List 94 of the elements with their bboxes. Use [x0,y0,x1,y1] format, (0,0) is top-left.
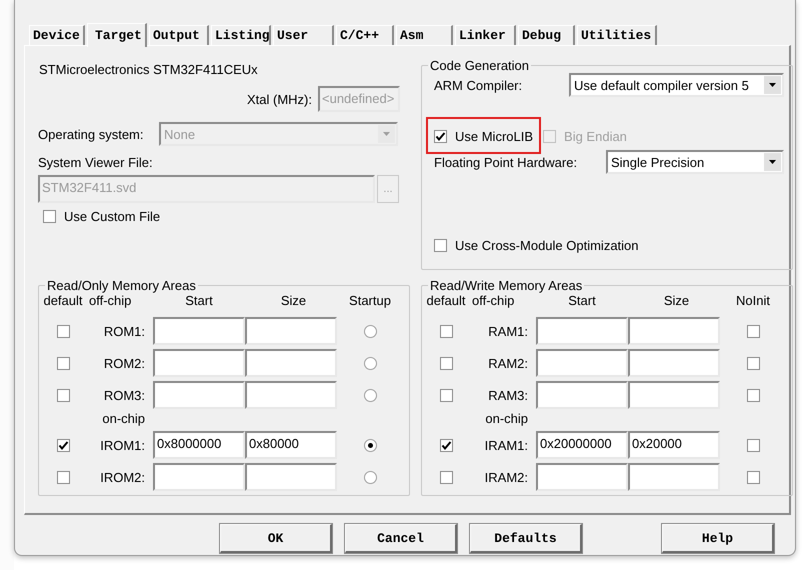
group-title: Read/Write Memory Areas [429,278,584,293]
start-field[interactable]: 0x20000000 [536,431,628,459]
size-field[interactable] [245,381,337,409]
memory-area-label: RAM3: [487,388,529,402]
group-title: Read/Only Memory Areas [46,278,197,293]
size-field[interactable] [628,317,720,345]
column-header: Start [567,293,597,310]
column-header: Startup [348,293,392,310]
start-field[interactable] [153,317,245,345]
checkbox-label: Use Custom File [64,209,160,224]
device-name: STMicroelectronics STM32F411CEUx [39,62,259,77]
size-field[interactable]: 0x80000 [245,431,337,459]
column-header: off-chip [472,293,516,310]
checkbox[interactable] [746,470,760,484]
tab[interactable]: User [273,25,334,45]
size-field[interactable] [628,349,720,377]
start-field[interactable] [153,349,245,377]
arm-compiler-label: ARM Compiler: [434,78,522,92]
group-title: Code Generation [429,58,530,73]
dialog-button[interactable]: OK [220,524,332,553]
column-header: default [42,293,84,310]
memory-area-label: IROM1: [99,438,146,452]
checkbox[interactable] [43,210,56,223]
start-field[interactable] [153,463,245,491]
floating-point-dropdown[interactable]: Single Precision [606,150,784,174]
checkbox[interactable] [56,388,70,402]
dialog-button[interactable]: Defaults [470,524,582,553]
checkbox[interactable] [56,470,70,484]
checkbox[interactable] [56,356,70,370]
size-field[interactable] [628,381,720,409]
size-field[interactable] [245,317,337,345]
checkbox[interactable] [434,239,447,252]
memory-area-label: ROM1: [102,324,146,338]
column-header: Start [184,293,214,310]
tab[interactable]: Linker [455,25,516,45]
memory-area-label: IROM2: [99,470,146,484]
checkbox[interactable] [746,324,760,338]
checkbox-label: Use Cross-Module Optimization [455,238,639,253]
xtal-label: Xtal (MHz): [247,92,312,106]
checkbox[interactable] [440,388,452,402]
tab[interactable]: Output [149,25,209,45]
checkbox-label: Use MicroLIB [455,129,534,144]
column-header: Size [280,293,308,310]
on-chip-label: on-chip [484,411,529,426]
checkbox[interactable] [746,356,760,370]
radio-button[interactable] [364,388,376,402]
checkbox[interactable] [440,438,452,452]
checkbox[interactable] [440,470,452,484]
checkbox[interactable] [56,324,70,338]
arm-compiler-dropdown[interactable]: Use default compiler version 5 [569,73,784,97]
memory-area-label: RAM2: [487,356,529,370]
radio-button[interactable] [364,324,376,338]
start-field[interactable]: 0x8000000 [153,431,245,459]
checkbox-label: Big Endian [564,129,627,144]
start-field[interactable] [536,463,628,491]
checkbox[interactable] [440,324,452,338]
radio-button[interactable] [364,470,376,484]
memory-area-label: IRAM1: [484,438,529,452]
tab[interactable]: Listing [211,25,271,45]
floating-point-label: Floating Point Hardware: [434,154,578,170]
checkbox[interactable] [746,438,760,452]
start-field[interactable] [536,381,628,409]
size-field[interactable]: 0x20000 [628,431,720,459]
memory-area-label: RAM1: [487,324,529,338]
size-field[interactable] [245,349,337,377]
start-field[interactable] [153,381,245,409]
checkbox[interactable] [434,130,447,143]
radio-button[interactable] [364,356,376,370]
column-header: Size [662,293,690,310]
dialog-button[interactable]: Cancel [345,524,457,553]
operating-system-label: Operating system: [38,126,144,142]
tab[interactable]: Device [29,25,85,45]
start-field[interactable] [536,317,628,345]
memory-area-label: ROM3: [102,388,146,402]
start-field[interactable] [536,349,628,377]
tab[interactable]: Utilities [577,25,657,45]
size-field[interactable] [245,463,337,491]
tab[interactable]: C/C++ [336,25,394,45]
tab[interactable]: Target [87,23,147,47]
size-field[interactable] [628,463,720,491]
tab[interactable]: Debug [518,25,575,45]
column-header: NoInit [735,293,771,310]
help-button[interactable]: Help [662,524,774,553]
memory-area-label: ROM2: [102,356,146,370]
checkbox[interactable] [440,356,452,370]
system-viewer-label: System Viewer File: [38,155,154,170]
memory-area-label: IRAM2: [484,470,529,484]
column-header: default [425,293,467,310]
on-chip-label: on-chip [101,411,146,426]
checkbox[interactable] [56,438,70,452]
column-header: off-chip [89,293,132,310]
radio-button[interactable] [364,438,376,452]
tab[interactable]: Asm [396,25,453,45]
checkbox[interactable] [746,388,760,402]
